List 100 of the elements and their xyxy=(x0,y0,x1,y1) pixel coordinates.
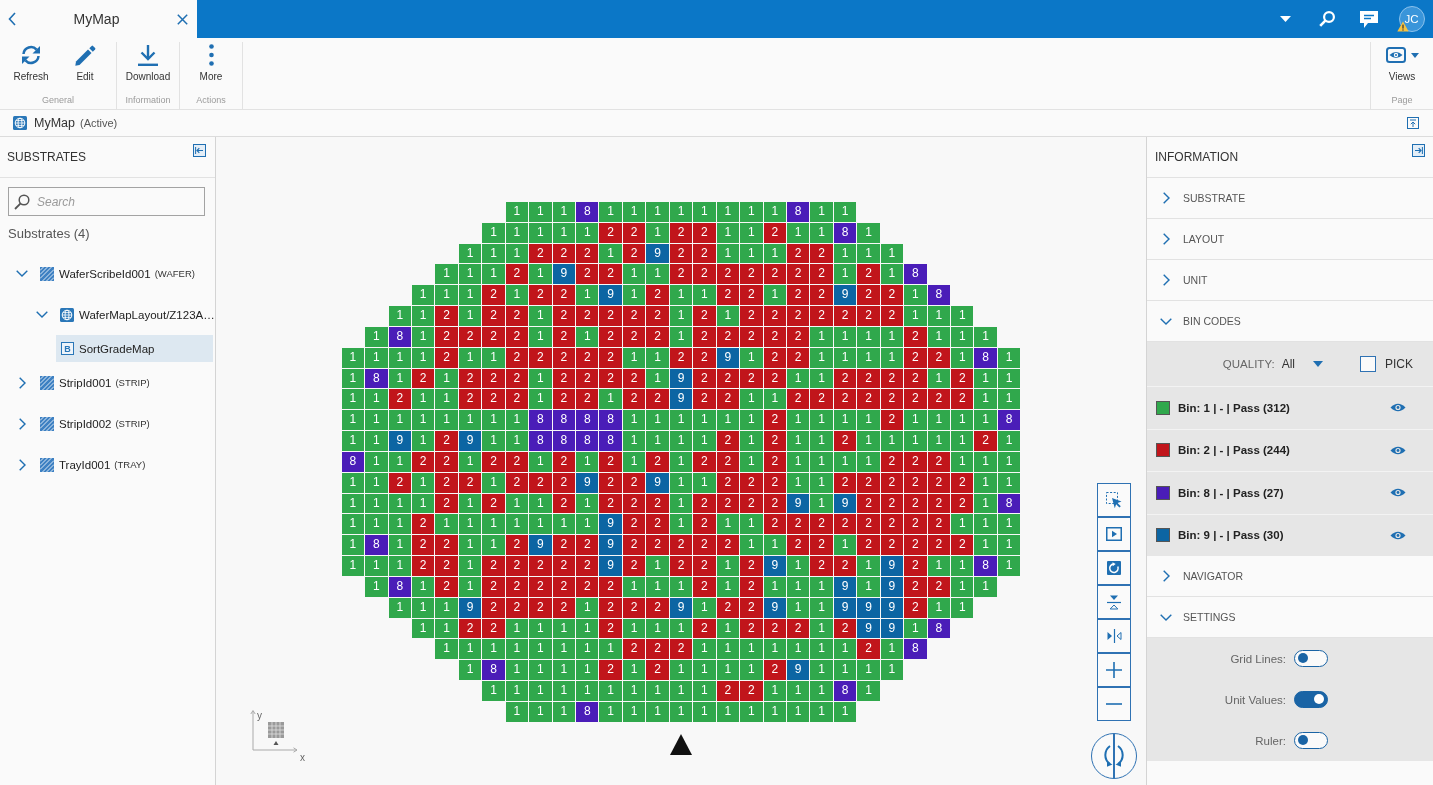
eye-icon[interactable] xyxy=(1390,444,1406,456)
collapse-panel-icon[interactable] xyxy=(193,144,206,157)
die-cell: 2 xyxy=(552,576,575,597)
caret-down-icon[interactable] xyxy=(1279,16,1291,22)
tree-item[interactable]: TrayId001 (TRAY) xyxy=(12,451,213,478)
section-header[interactable]: NAVIGATOR xyxy=(1147,556,1433,597)
toggle-switch[interactable] xyxy=(1294,650,1328,667)
die-cell: 2 xyxy=(904,368,927,389)
chevron-right-icon[interactable] xyxy=(1162,274,1170,286)
toggle-switch[interactable] xyxy=(1294,691,1328,708)
tree-item[interactable]: StripId001 (STRIP) xyxy=(12,369,213,396)
chevron-right-icon[interactable] xyxy=(1162,233,1170,245)
tree-item[interactable]: B SortGradeMap xyxy=(56,335,213,362)
search-field[interactable]: Search xyxy=(8,187,205,216)
expand-panel-icon[interactable] xyxy=(1407,117,1419,129)
section-header[interactable]: LAYOUT xyxy=(1147,219,1433,260)
views-button[interactable]: Views xyxy=(1375,42,1429,92)
die-cell: 9 xyxy=(599,535,622,556)
flip-horizontal-button[interactable] xyxy=(1097,619,1131,653)
chevron-down-icon[interactable] xyxy=(1160,317,1172,325)
die-cell: 2 xyxy=(576,368,599,389)
eye-icon[interactable] xyxy=(1390,487,1406,499)
die-cell: 2 xyxy=(786,243,810,264)
rotate-dial-button[interactable] xyxy=(1091,733,1137,779)
die-cell: 1 xyxy=(529,660,552,681)
search-icon[interactable] xyxy=(1319,11,1335,27)
document-tab[interactable]: MyMap xyxy=(0,0,197,38)
die-cell: 8 xyxy=(365,368,388,389)
die-cell: 2 xyxy=(857,368,880,389)
chat-icon[interactable] xyxy=(1360,10,1378,28)
die-cell: 2 xyxy=(552,556,575,576)
flip-vertical-button[interactable] xyxy=(1097,585,1131,619)
zoom-in-button[interactable] xyxy=(1097,653,1131,687)
edit-button[interactable]: Edit xyxy=(58,42,112,92)
die-cell: 2 xyxy=(669,264,693,285)
globe-icon xyxy=(60,307,74,322)
die-cell: 1 xyxy=(622,681,646,701)
chevron-right-icon[interactable] xyxy=(18,417,26,430)
chevron-right-icon[interactable] xyxy=(1162,570,1170,582)
eye-icon[interactable] xyxy=(1390,529,1406,541)
tree-item[interactable]: WaferScribeId001 (WAFER) xyxy=(12,260,213,287)
chevron-right-icon[interactable] xyxy=(18,376,26,389)
eye-icon[interactable] xyxy=(1390,402,1406,414)
tree-item[interactable]: WaferMapLayout/Z123A… xyxy=(32,301,213,328)
die-cell: 8 xyxy=(927,285,950,306)
chevron-down-icon[interactable] xyxy=(1160,613,1172,621)
die-cell: 2 xyxy=(505,597,529,618)
chevron-down-icon[interactable] xyxy=(36,311,48,318)
chevron-right-icon[interactable] xyxy=(1162,192,1170,204)
die-cell: 2 xyxy=(740,618,763,639)
die-cell: 1 xyxy=(669,410,693,431)
rotate-image-button[interactable] xyxy=(1097,551,1131,585)
tree-item[interactable]: StripId002 (STRIP) xyxy=(12,410,213,437)
zoom-out-button[interactable] xyxy=(1097,687,1131,721)
back-icon[interactable] xyxy=(8,12,16,26)
die-cell: 1 xyxy=(365,493,388,514)
die-cell: 1 xyxy=(763,243,786,264)
play-button[interactable] xyxy=(1097,517,1131,551)
die-cell: 2 xyxy=(810,389,833,410)
collapse-panel-icon[interactable] xyxy=(1412,144,1425,157)
die-cell: 1 xyxy=(576,597,599,618)
die-cell: 1 xyxy=(365,410,388,431)
die-cell: 1 xyxy=(388,451,411,472)
die-cell: 1 xyxy=(552,222,575,243)
hatched-square-icon xyxy=(40,416,54,431)
die-cell: 2 xyxy=(951,493,974,514)
selection-tool-button[interactable] xyxy=(1097,483,1131,517)
die-cell: 9 xyxy=(599,285,622,306)
die-cell: 9 xyxy=(880,618,904,639)
more-button[interactable]: More xyxy=(184,42,238,92)
die-cell: 1 xyxy=(411,472,435,493)
die-cell: 2 xyxy=(927,493,950,514)
close-icon[interactable] xyxy=(177,13,188,25)
die-cell: 1 xyxy=(951,347,974,368)
die-cell: 1 xyxy=(833,701,857,722)
die-cell: 1 xyxy=(740,347,763,368)
die-cell: 2 xyxy=(786,535,810,556)
die-cell: 2 xyxy=(622,472,646,493)
download-button[interactable]: Download xyxy=(121,42,175,92)
die-cell: 1 xyxy=(576,493,599,514)
chevron-right-icon[interactable] xyxy=(18,458,26,471)
flip-horizontal-icon xyxy=(1106,629,1122,643)
die-cell: 1 xyxy=(505,202,529,222)
setting-label: Unit Values: xyxy=(1223,693,1286,706)
quality-dropdown[interactable]: All xyxy=(1281,357,1323,371)
pick-checkbox[interactable] xyxy=(1360,356,1376,372)
breadcrumb-title: MyMap xyxy=(34,116,75,130)
die-cell: 1 xyxy=(810,681,833,701)
die-cell: 2 xyxy=(622,597,646,618)
section-header[interactable]: SUBSTRATE xyxy=(1147,178,1433,219)
bin-label: Bin: 9 | - | Pass (30) xyxy=(1178,529,1285,542)
refresh-button[interactable]: Refresh xyxy=(4,42,58,92)
search-input[interactable]: Search xyxy=(37,194,197,209)
die-cell: 2 xyxy=(458,389,482,410)
section-header[interactable]: UNIT xyxy=(1147,260,1433,301)
die-cell: 2 xyxy=(482,556,505,576)
chevron-down-icon[interactable] xyxy=(16,270,28,277)
toggle-switch[interactable] xyxy=(1294,732,1328,749)
die-cell: 2 xyxy=(552,306,575,326)
die-cell: 1 xyxy=(951,431,974,451)
